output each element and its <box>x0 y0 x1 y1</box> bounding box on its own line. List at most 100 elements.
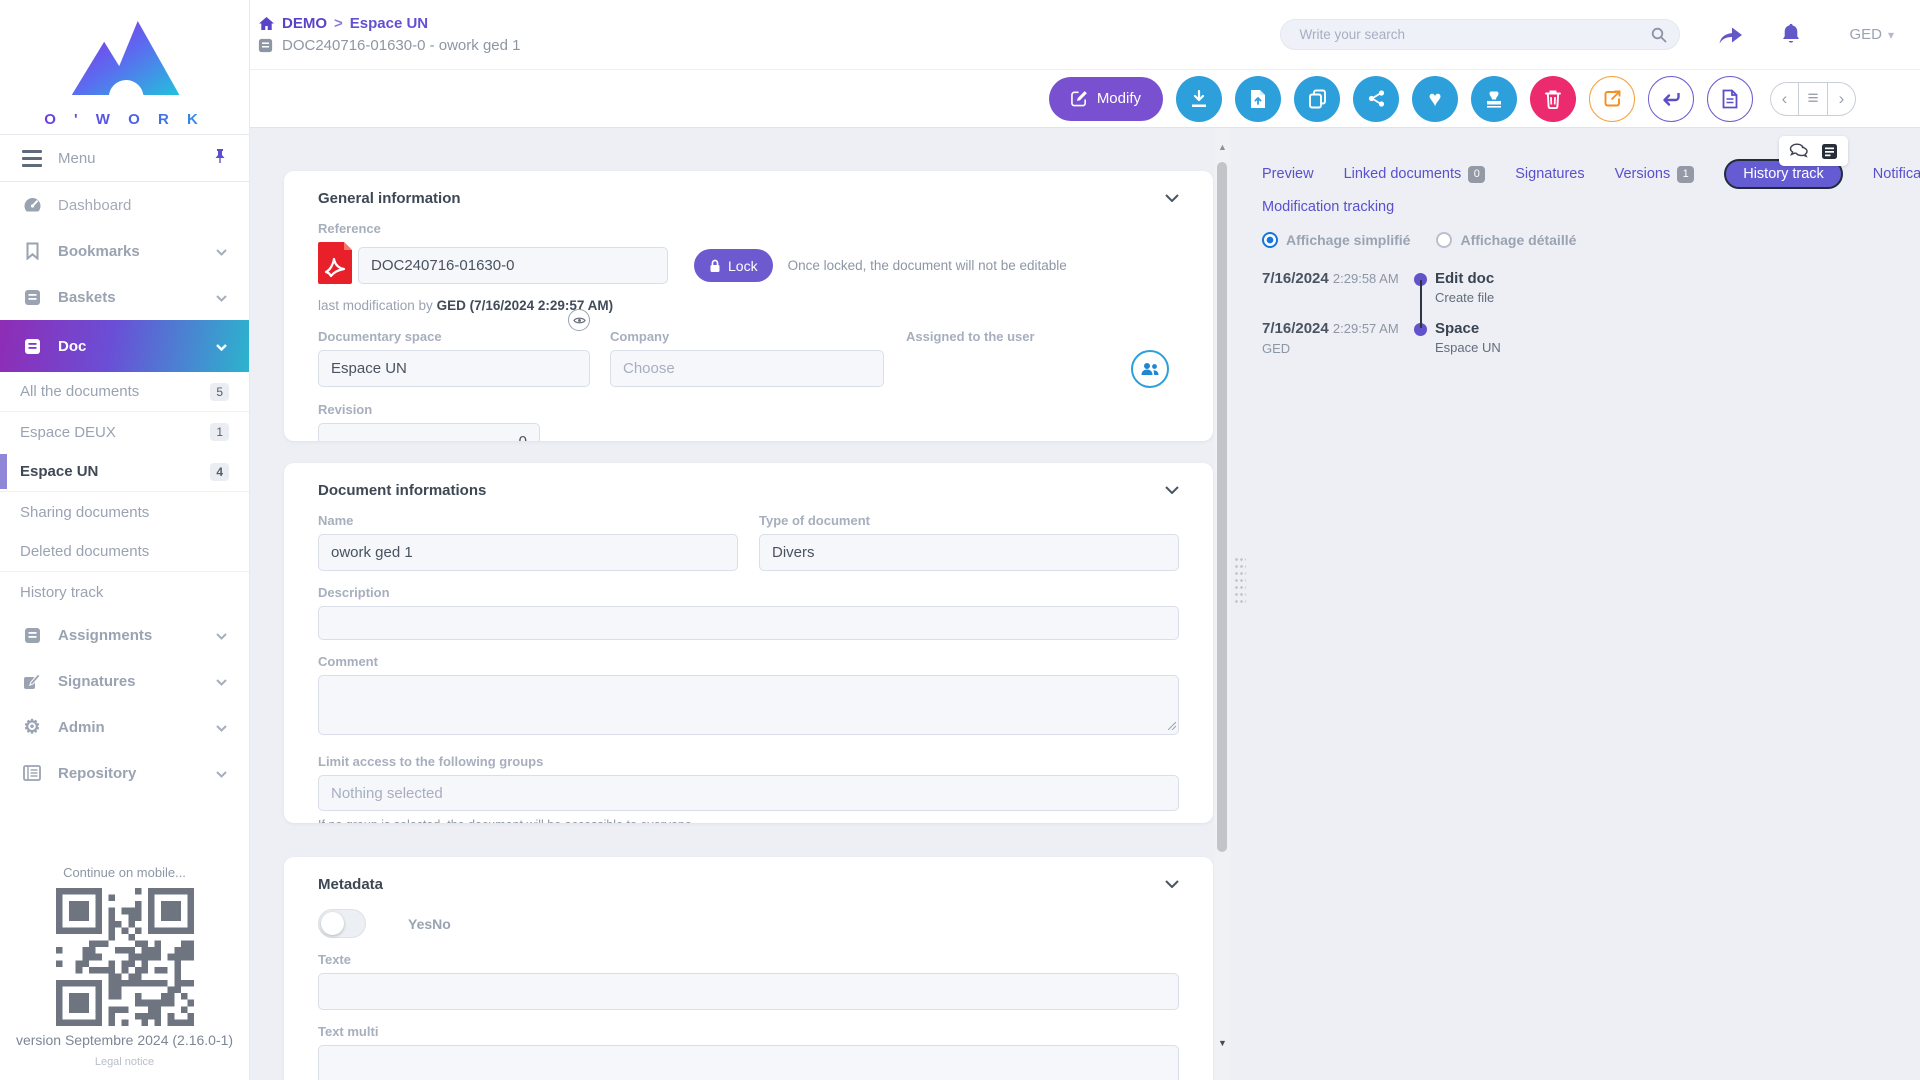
sidebar-item-espace-deux[interactable]: Espace DEUX 1 <box>0 412 249 452</box>
type-of-document-input[interactable] <box>759 534 1179 571</box>
main-area: DEMO > Espace UN DOC240716-01630-0 - owo… <box>250 0 1920 1080</box>
forward-share-icon[interactable] <box>1718 25 1743 45</box>
chevron-down-icon <box>216 338 227 355</box>
panel-resize-handle[interactable] <box>1234 556 1246 606</box>
legal-notice-link[interactable]: Legal notice <box>0 1056 249 1068</box>
dashboard-icon <box>22 196 42 215</box>
tab-preview[interactable]: Preview <box>1262 166 1314 182</box>
open-external-button[interactable] <box>1589 76 1635 122</box>
radio-affichage-simplifie[interactable]: Affichage simplifié <box>1262 232 1410 248</box>
book-icon <box>22 627 42 644</box>
download-button[interactable] <box>1176 76 1222 122</box>
collapse-chevron-icon[interactable] <box>1165 189 1179 207</box>
sidebar-item-deleted-documents[interactable]: Deleted documents <box>0 532 249 572</box>
history-entry: 7/16/2024 2:29:57 AM GED Space Espace UN <box>1262 320 1920 356</box>
sidebar-item-history-track[interactable]: History track <box>0 572 249 612</box>
resize-grip-icon[interactable] <box>1168 717 1176 735</box>
tab-badge: 1 <box>1677 166 1694 183</box>
sidebar-item-label: Espace UN <box>20 463 98 480</box>
scroll-down-arrow[interactable]: ▼ <box>1214 1036 1231 1050</box>
copy-button[interactable] <box>1294 76 1340 122</box>
sidebar-item-bookmarks[interactable]: Bookmarks <box>0 228 249 274</box>
collapse-chevron-icon[interactable] <box>1165 481 1179 499</box>
sidebar-item-sharing-documents[interactable]: Sharing documents <box>0 492 249 532</box>
texte-input[interactable] <box>318 973 1179 1010</box>
breadcrumb-root[interactable]: DEMO <box>282 15 327 32</box>
sidebar-item-label: Doc <box>58 338 86 355</box>
count-badge: 1 <box>210 423 229 441</box>
card-title: Metadata <box>318 876 383 893</box>
bell-icon[interactable] <box>1781 23 1801 46</box>
search-bar <box>1280 19 1680 50</box>
reference-input[interactable] <box>358 247 668 284</box>
favorite-heart-button[interactable]: ♥ <box>1412 76 1458 122</box>
floating-tools <box>1779 136 1848 166</box>
search-input[interactable] <box>1299 27 1651 42</box>
delete-button[interactable] <box>1530 76 1576 122</box>
caret-down-icon: ▾ <box>1888 28 1894 42</box>
sidebar-item-signatures[interactable]: Signatures <box>0 658 249 704</box>
tab-signatures[interactable]: Signatures <box>1515 166 1584 182</box>
document-toolbar: Modify ♥ <box>250 70 1920 128</box>
eye-icon[interactable] <box>568 309 590 331</box>
yesno-toggle[interactable] <box>318 909 366 938</box>
upload-version-button[interactable] <box>1235 76 1281 122</box>
tab-notification[interactable]: Notification <box>1873 166 1920 182</box>
document-button[interactable] <box>1707 76 1753 122</box>
document-view-icon[interactable] <box>1821 143 1838 160</box>
tab-modification-tracking[interactable]: Modification tracking <box>1262 199 1920 215</box>
owork-logo-icon <box>66 14 184 102</box>
assign-users-button[interactable] <box>1131 350 1169 388</box>
groups-select[interactable] <box>318 775 1179 811</box>
sidebar-item-baskets[interactable]: Baskets <box>0 274 249 320</box>
home-icon[interactable] <box>258 16 275 31</box>
lock-hint: Once locked, the document will not be ed… <box>788 258 1067 273</box>
breadcrumb-current[interactable]: Espace UN <box>350 15 428 32</box>
sidebar-item-doc[interactable]: Doc <box>0 320 249 372</box>
app-window: O ' W O R K Menu Dashboard Bookmarks <box>0 0 1920 1080</box>
next-document-button[interactable]: › <box>1828 82 1856 116</box>
previous-document-button[interactable]: ‹ <box>1770 82 1798 116</box>
scroll-up-arrow[interactable]: ▲ <box>1214 140 1231 154</box>
chevron-down-icon <box>216 627 227 644</box>
sidebar-item-admin[interactable]: ⚙ Admin <box>0 704 249 750</box>
text-multi-textarea[interactable] <box>318 1045 1179 1080</box>
sidebar-item-espace-un[interactable]: Espace UN 4 <box>0 452 249 492</box>
history-action: Edit doc <box>1435 270 1494 287</box>
chevron-down-icon <box>216 719 227 736</box>
sidebar-item-all-documents[interactable]: All the documents 5 <box>0 372 249 412</box>
sidebar-item-repository[interactable]: Repository <box>0 750 249 796</box>
documentary-space-input[interactable] <box>318 350 590 387</box>
return-button[interactable] <box>1648 76 1694 122</box>
sidebar-item-label: Repository <box>58 765 136 782</box>
tab-versions[interactable]: Versions1 <box>1615 166 1695 183</box>
hamburger-icon[interactable] <box>22 150 42 167</box>
account-menu[interactable]: GED ▾ <box>1849 26 1894 43</box>
list-icon: ≡ <box>1807 88 1818 110</box>
description-input[interactable] <box>318 606 1179 640</box>
name-input[interactable] <box>318 534 738 571</box>
company-label: Company <box>610 329 884 344</box>
comment-textarea[interactable] <box>318 675 1179 735</box>
lock-label: Lock <box>728 258 758 274</box>
vertical-scrollbar-thumb[interactable] <box>1217 162 1227 852</box>
sidebar-item-assignments[interactable]: Assignments <box>0 612 249 658</box>
company-input[interactable] <box>610 350 884 387</box>
revision-input[interactable] <box>318 423 540 441</box>
pin-icon[interactable] <box>213 148 227 169</box>
stamp-button[interactable] <box>1471 76 1517 122</box>
lock-button[interactable]: Lock <box>694 249 773 282</box>
gear-icon: ⚙ <box>22 718 42 737</box>
modify-button[interactable]: Modify <box>1049 77 1163 121</box>
radio-affichage-detaille[interactable]: Affichage détaillé <box>1436 232 1576 248</box>
tab-linked-documents[interactable]: Linked documents0 <box>1344 166 1486 183</box>
chat-bubbles-icon[interactable] <box>1789 143 1810 159</box>
share-nodes-button[interactable] <box>1353 76 1399 122</box>
sidebar-item-dashboard[interactable]: Dashboard <box>0 182 249 228</box>
heart-icon: ♥ <box>1428 88 1441 110</box>
document-list-button[interactable]: ≡ <box>1798 82 1828 116</box>
display-mode-options: Affichage simplifié Affichage détaillé <box>1250 232 1920 248</box>
collapse-chevron-icon[interactable] <box>1165 875 1179 893</box>
modify-label: Modify <box>1097 90 1141 107</box>
search-icon[interactable] <box>1651 27 1667 43</box>
